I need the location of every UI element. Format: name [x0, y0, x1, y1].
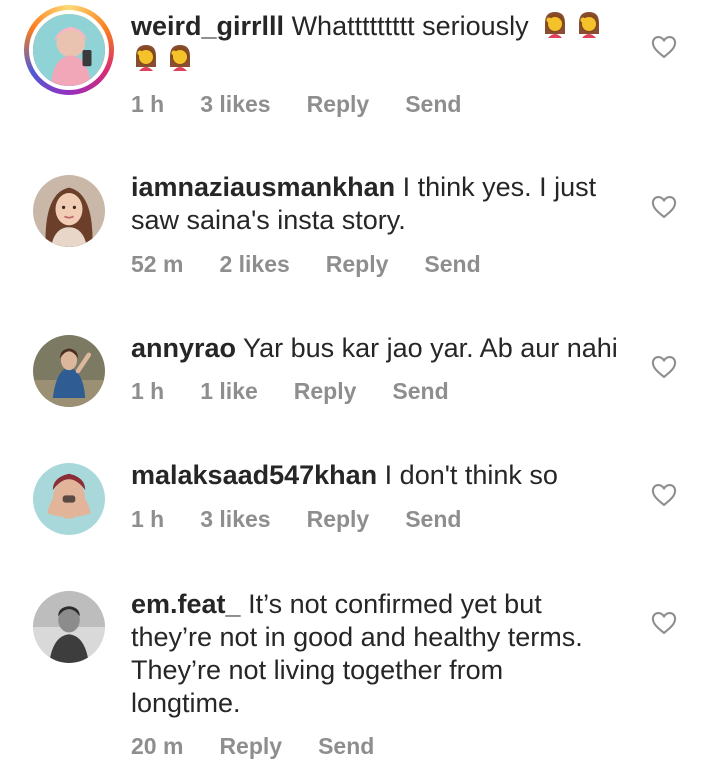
avatar-image: [33, 14, 105, 86]
heart-outline-icon[interactable]: [650, 193, 678, 221]
comment-username[interactable]: iamnaziausmankhan: [131, 172, 395, 202]
heart-outline-icon[interactable]: [650, 33, 678, 61]
likes-count[interactable]: 3 likes: [200, 91, 270, 118]
comment-meta: 1 h 3 likes Reply Send: [131, 91, 497, 118]
send-button[interactable]: Send: [405, 506, 461, 533]
comment-time: 20 m: [131, 733, 184, 759]
comment-meta: 1 h 3 likes Reply Send: [131, 506, 497, 533]
comment-meta: 52 m 2 likes Reply Send: [131, 251, 517, 278]
reply-button[interactable]: Reply: [307, 506, 370, 533]
avatar-image: [33, 463, 105, 535]
send-button[interactable]: Send: [392, 378, 448, 405]
comment-username[interactable]: em.feat_: [131, 589, 241, 619]
comment-username[interactable]: annyrao: [131, 333, 236, 363]
face-palm-woman-emoji: [545, 12, 566, 38]
comment-text: weird_girrlll Whattttttttt seriously: [131, 10, 631, 76]
comment-username[interactable]: malaksaad547khan: [131, 460, 377, 490]
reply-button[interactable]: Reply: [326, 251, 389, 278]
comment-time: 1 h: [131, 506, 165, 532]
heart-outline-icon[interactable]: [650, 481, 678, 509]
comment-time: 52 m: [131, 251, 184, 277]
likes-count[interactable]: 2 likes: [219, 251, 289, 278]
avatar[interactable]: [33, 463, 105, 535]
reply-button[interactable]: Reply: [307, 91, 370, 118]
comment-time: 1 h: [131, 378, 165, 404]
avatar-image: [33, 175, 105, 247]
face-palm-woman-emoji: [579, 12, 600, 38]
avatar-image: [33, 591, 105, 663]
avatar[interactable]: [33, 591, 105, 663]
face-palm-woman-emoji: [170, 45, 190, 71]
face-palm-woman-emoji: [136, 45, 156, 71]
likes-count[interactable]: 1 like: [200, 378, 258, 405]
reply-button[interactable]: Reply: [219, 733, 282, 760]
avatar[interactable]: [33, 335, 105, 407]
avatar[interactable]: [33, 175, 105, 247]
comment-text: annyrao Yar bus kar jao yar. Ab aur nahi: [131, 332, 631, 365]
send-button[interactable]: Send: [405, 91, 461, 118]
comment-body: I don't think so: [377, 460, 558, 490]
reply-button[interactable]: Reply: [294, 378, 357, 405]
comment-time: 1 h: [131, 91, 165, 117]
avatar[interactable]: [24, 5, 114, 95]
comment-text: iamnaziausmankhan I think yes. I just sa…: [131, 171, 621, 237]
comment-meta: 20 m Reply Send: [131, 733, 410, 760]
likes-count[interactable]: 3 likes: [200, 506, 270, 533]
comment-text: em.feat_ It’s not confirmed yet but they…: [131, 588, 611, 720]
comment-body: Whattttttttt seriously: [284, 11, 529, 41]
comment-body: Yar bus kar jao yar. Ab aur nahi: [236, 333, 618, 363]
send-button[interactable]: Send: [424, 251, 480, 278]
heart-outline-icon[interactable]: [650, 353, 678, 381]
heart-outline-icon[interactable]: [650, 609, 678, 637]
comment-meta: 1 h 1 like Reply Send: [131, 378, 485, 405]
send-button[interactable]: Send: [318, 733, 374, 760]
comment-text: malaksaad547khan I don't think so: [131, 459, 631, 492]
comment-username[interactable]: weird_girrlll: [131, 11, 284, 41]
avatar-image: [33, 335, 105, 407]
